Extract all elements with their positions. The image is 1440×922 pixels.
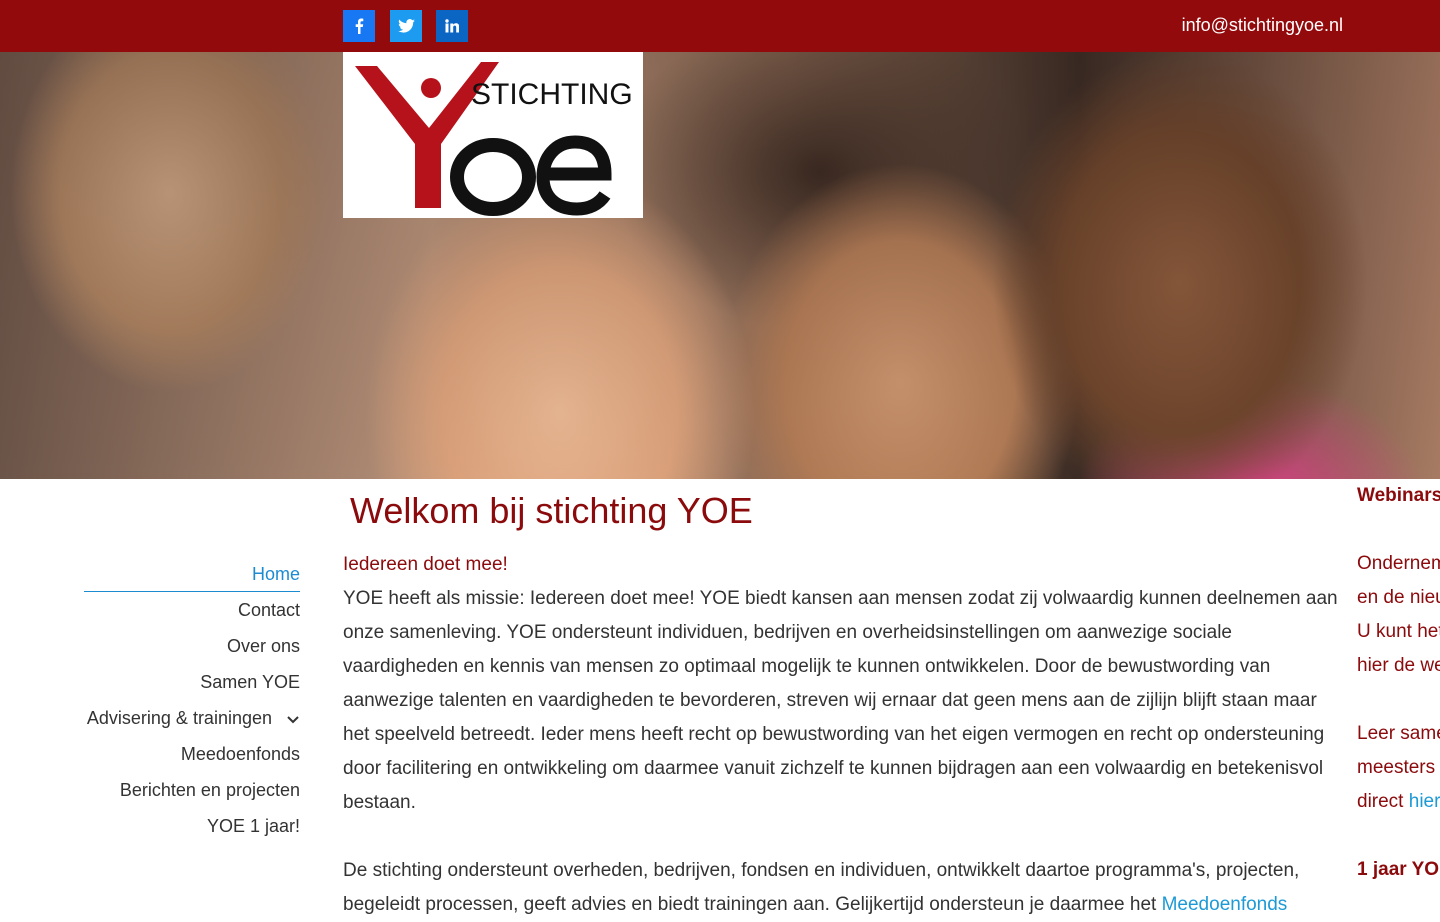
nav-item-berichten[interactable]: Berichten en projecten (84, 772, 300, 808)
anniversary-heading: 1 jaar YO (1357, 859, 1440, 880)
nav-item-label: Advisering & trainingen (86, 708, 272, 728)
nav-item-label: Samen YOE (200, 672, 300, 692)
logo-wordmark: STICHTING (471, 78, 633, 111)
linkedin-button[interactable] (436, 10, 468, 42)
nav-item-yoe-1-jaar[interactable]: YOE 1 jaar! (84, 808, 300, 844)
meedoenfonds-link[interactable]: Meedoenfonds (1162, 894, 1288, 915)
twitter-button[interactable] (390, 10, 422, 42)
webinars-heading: Webinars (1357, 485, 1440, 506)
page-title: Welkom bij stichting YOE (350, 490, 753, 531)
right-text-line: U kunt het (1357, 621, 1440, 642)
right-column: Webinars Ondernem en de nieu U kunt het … (1357, 478, 1440, 887)
yoe-logo-graphic: STICHTING (355, 62, 633, 216)
hero-overlay (0, 52, 1440, 479)
nav-item-label: Berichten en projecten (119, 780, 300, 800)
right-text-prefix: direct (1357, 791, 1409, 812)
nav-item-label: Meedoenfonds (180, 744, 300, 764)
sidebar-nav: Home Contact Over ons Samen YOE Adviseri… (84, 556, 300, 844)
right-text-line: hier de we (1357, 655, 1440, 676)
right-text-line: Ondernem (1357, 553, 1440, 574)
facebook-icon (354, 18, 364, 34)
nav-item-meedoenfonds[interactable]: Meedoenfonds (84, 736, 300, 772)
right-text-line: meesters (1357, 757, 1436, 778)
chevron-down-icon[interactable] (280, 701, 300, 737)
webinar-link[interactable]: hier (1409, 791, 1440, 812)
hero-image (0, 52, 1440, 479)
nav-item-home[interactable]: Home (84, 556, 300, 592)
right-text-line: direct hier (1357, 785, 1440, 819)
right-text-line: en de nieu (1357, 587, 1440, 608)
support-text: De stichting ondersteunt overheden, bedr… (343, 860, 1300, 915)
mission-paragraph: YOE heeft als missie: Iedereen doet mee!… (343, 588, 1338, 813)
facebook-button[interactable] (343, 10, 375, 42)
nav-item-label: Home (251, 564, 300, 584)
nav-item-advisering[interactable]: Advisering & trainingen (84, 700, 300, 736)
nav-item-label: Over ons (226, 636, 300, 656)
email-link[interactable]: info@stichtingyoe.nl (1182, 15, 1343, 36)
top-bar: info@stichtingyoe.nl (0, 0, 1440, 52)
support-paragraph: De stichting ondersteunt overheden, bedr… (343, 854, 1344, 922)
page-subtitle: Iedereen doet mee! (343, 554, 508, 575)
nav-item-over-ons[interactable]: Over ons (84, 628, 300, 664)
nav-item-label: YOE 1 jaar! (206, 816, 300, 836)
nav-item-label: Contact (237, 600, 300, 620)
main-content: Welkom bij stichting YOE Iedereen doet m… (343, 488, 1344, 922)
nav-item-samen-yoe[interactable]: Samen YOE (84, 664, 300, 700)
twitter-icon (397, 19, 415, 33)
nav-item-contact[interactable]: Contact (84, 592, 300, 628)
linkedin-icon (445, 19, 459, 33)
site-logo[interactable]: STICHTING (343, 52, 643, 218)
right-text-line: Leer same (1357, 723, 1440, 744)
